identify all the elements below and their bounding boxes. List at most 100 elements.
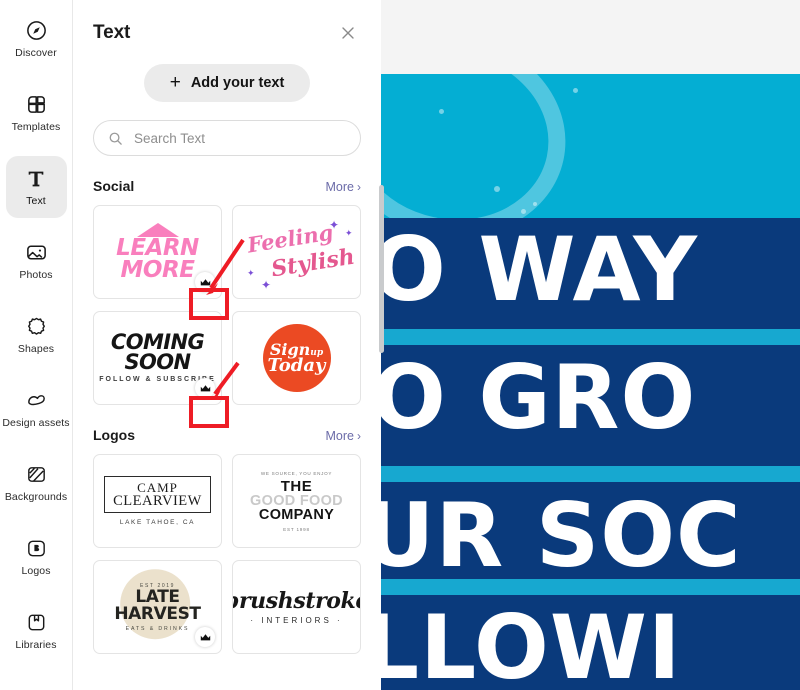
search-icon [108, 131, 123, 146]
starburst-badge: Signup Today [258, 320, 335, 396]
water-splash-shape [381, 74, 585, 218]
canvas-headline-4: LLOWI [381, 596, 682, 690]
sidebar-item-photos[interactable]: Photos [6, 230, 67, 292]
sparkle-icon: ✦ [261, 278, 272, 292]
photo-icon [24, 241, 48, 265]
bubble-dot [439, 109, 444, 114]
canvas-stripe [381, 579, 800, 595]
more-label: More [325, 429, 354, 443]
crown-icon [195, 378, 215, 398]
sparkle-icon: ✦ [247, 268, 255, 278]
sidebar-item-design-assets[interactable]: Design assets [2, 378, 70, 440]
close-icon[interactable] [337, 22, 359, 44]
bubble-dot [521, 209, 526, 214]
sign-up-today-card[interactable]: Signup Today [232, 311, 361, 405]
add-text-row: + Add your text [73, 64, 381, 102]
card-line-2: GOOD FOOD [250, 492, 343, 509]
sidebar-item-shapes[interactable]: Shapes [6, 304, 67, 366]
crown-icon [195, 627, 215, 647]
card-line-2: CLEARVIEW [113, 492, 202, 509]
search-box[interactable] [93, 120, 361, 156]
crown-icon [195, 272, 215, 292]
canvas-artwork: O WAY O GRO UR SOC LLOWI [381, 74, 800, 690]
brushstroke-interiors-card[interactable]: brushstroke · INTERIORS · [232, 560, 361, 654]
good-food-company-card[interactable]: WE SOURCE, YOU ENJOY THE GOOD FOOD COMPA… [232, 454, 361, 548]
text-t-icon [24, 167, 48, 191]
panel-header: Text [73, 0, 381, 44]
left-sidebar: Discover Templates Text Photos Shapes De… [0, 0, 73, 690]
card-line-1: THE [280, 477, 313, 495]
section-title: Logos [93, 427, 135, 443]
sidebar-item-label: Templates [11, 120, 61, 133]
feeling-stylish-card[interactable]: Feeling Stylish ✦ ✦ ✦ ✦ [232, 205, 361, 299]
canvas-headline-2: O GRO [381, 346, 697, 449]
search-row [73, 102, 381, 156]
sidebar-item-label: Logos [21, 564, 51, 577]
social-grid: LEARN MORE Feeling Stylish ✦ ✦ ✦ ✦ COMIN… [73, 205, 381, 405]
templates-icon [24, 93, 48, 117]
learn-more-card[interactable]: LEARN MORE [93, 205, 222, 299]
card-line-1: brushstroke [233, 587, 360, 614]
design-canvas[interactable]: O WAY O GRO UR SOC LLOWI [381, 0, 800, 690]
bubble-dot [533, 202, 537, 206]
sparkle-icon: ✦ [345, 228, 353, 238]
canvas-cyan-header [381, 74, 800, 218]
card-line-3: COMPANY [258, 507, 335, 523]
bubble-dot [494, 186, 500, 192]
sidebar-item-label: Libraries [15, 638, 57, 651]
compass-icon [24, 19, 48, 43]
sidebar-item-label: Shapes [17, 342, 55, 355]
card-top-line: WE SOURCE, YOU ENJOY [260, 470, 333, 476]
sidebar-item-templates[interactable]: Templates [6, 82, 67, 144]
more-link-social[interactable]: More › [326, 180, 361, 194]
card-subtitle: LAKE TAHOE, CA [119, 519, 196, 527]
card-subtitle: · INTERIORS · [250, 615, 343, 625]
canvas-stripe [381, 466, 800, 482]
libraries-icon [24, 611, 48, 635]
sparkle-icon: ✦ [329, 218, 340, 232]
logos-b-icon [24, 537, 48, 561]
chevron-right-icon: › [357, 180, 361, 194]
sidebar-item-discover[interactable]: Discover [6, 8, 67, 70]
sidebar-item-libraries[interactable]: Libraries [6, 600, 67, 662]
card-subtitle: EST 1998 [283, 526, 310, 532]
coming-soon-card[interactable]: COMING SOON FOLLOW & SUBSCRIBE [93, 311, 222, 405]
card-line-2: MORE [120, 256, 195, 283]
camp-clearview-card[interactable]: CAMP CLEARVIEW LAKE TAHOE, CA [93, 454, 222, 548]
canvas-headline-3: UR SOC [381, 484, 742, 587]
sidebar-item-label: Backgrounds [4, 490, 68, 503]
canvas-stripe [381, 329, 800, 345]
canvas-headline-1: O WAY [381, 218, 698, 321]
text-panel: Text + Add your text Search Text Social … [73, 0, 381, 690]
card-line-1: CAMP [137, 479, 178, 495]
more-label: More [325, 180, 354, 194]
section-header-logos: Logos More › [73, 427, 381, 443]
sidebar-item-label: Design assets [2, 416, 70, 429]
sidebar-item-label: Discover [15, 46, 57, 59]
chevron-right-icon: › [357, 429, 361, 443]
more-link-logos[interactable]: More › [326, 429, 361, 443]
sidebar-item-label: Photos [19, 268, 53, 281]
add-your-text-button[interactable]: + Add your text [143, 64, 311, 102]
canvas-top-margin [381, 0, 800, 74]
add-text-label: Add your text [190, 75, 285, 91]
late-harvest-card[interactable]: EST 2019 LATE HARVEST EATS & DRINKS [93, 560, 222, 654]
plus-icon: + [169, 71, 181, 93]
search-input[interactable] [132, 129, 346, 147]
section-header-social: Social More › [73, 178, 381, 194]
card-line-2: SOON [124, 349, 191, 374]
sidebar-item-label: Text [26, 194, 46, 207]
design-assets-icon [24, 389, 48, 413]
shapes-icon [24, 315, 48, 339]
card-line-1: LATE HARVEST [114, 586, 201, 624]
bubble-dot [573, 88, 578, 93]
sidebar-item-backgrounds[interactable]: Backgrounds [4, 452, 68, 514]
panel-scrollbar[interactable] [379, 185, 384, 353]
logos-grid: CAMP CLEARVIEW LAKE TAHOE, CA WE SOURCE,… [73, 454, 381, 654]
app-root: Discover Templates Text Photos Shapes De… [0, 0, 800, 690]
card-line-3: Today [267, 354, 326, 376]
sidebar-item-text[interactable]: Text [5, 156, 67, 218]
section-title: Social [93, 178, 135, 194]
backgrounds-icon [24, 463, 48, 487]
sidebar-item-logos[interactable]: Logos [6, 526, 67, 588]
